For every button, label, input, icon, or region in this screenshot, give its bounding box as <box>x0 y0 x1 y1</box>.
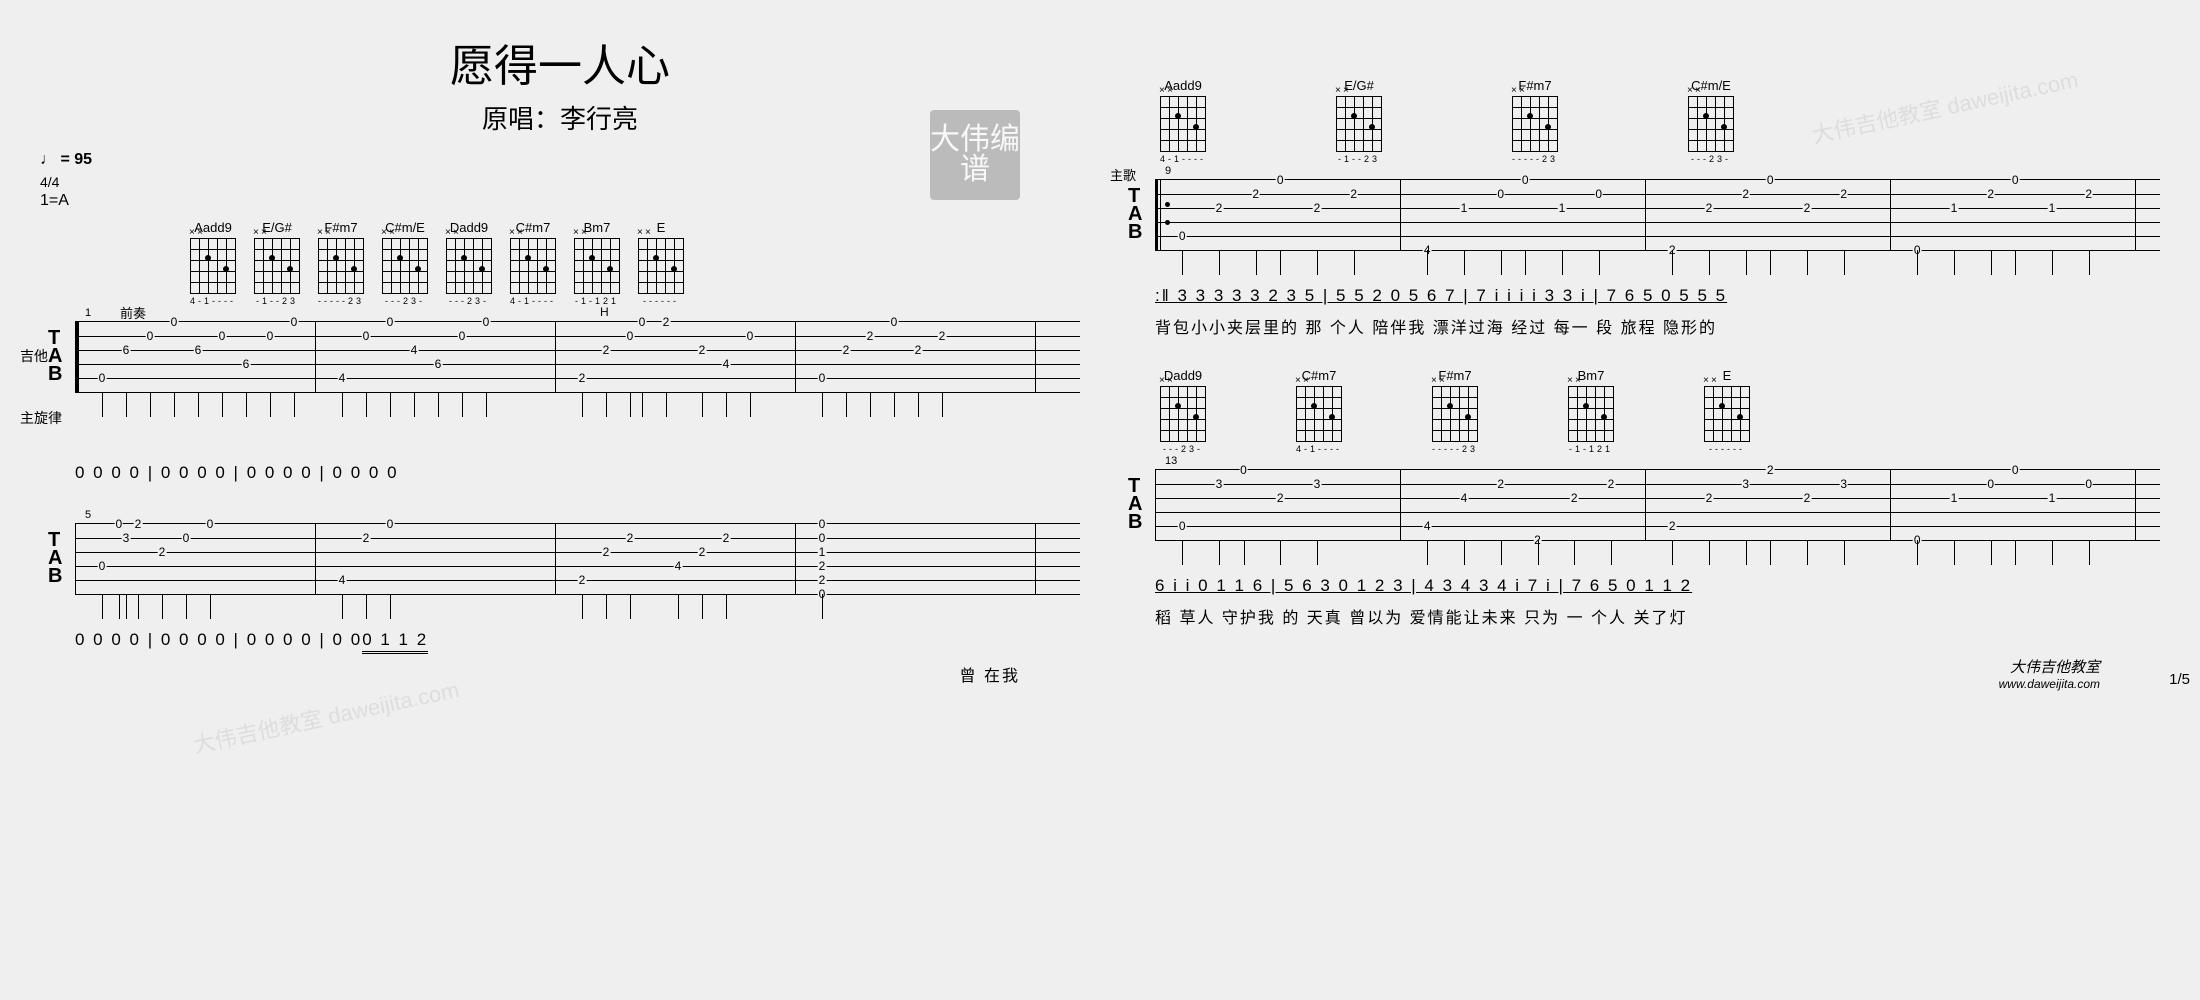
track-label-melody: 主旋律 <box>20 408 1080 428</box>
song-title: 愿得一人心 <box>40 30 1080 94</box>
chord-diagram: F#m7××-----23 <box>1432 368 1478 454</box>
jianpu-intro-2: 0 0 0 0 | 0 0 0 0 | 0 0 0 0 | 0 0 0 1 1 … <box>75 630 1080 654</box>
chord-diagram: E××------ <box>638 220 684 306</box>
tab-clef: TAB <box>48 531 62 585</box>
chord-diagram-row-verse2: Dadd9××---23- C#m7××4-1---- F#m7××-----23 B… <box>1160 368 2160 454</box>
chord-diagram-row-verse1: Aadd9××4-1---- E/G#××-1--23 F#m7××-----23 C… <box>1160 78 2160 164</box>
hammer-on-mark: H <box>600 305 609 319</box>
chord-diagram: Dadd9××---23- <box>1160 368 1206 454</box>
chord-diagram: C#m/E××---23- <box>1688 78 1734 164</box>
chord-diagram: Aadd9××4-1---- <box>190 220 236 306</box>
tab-staff-intro-1: 前奏 1 吉他 TAB H 06006060040046002200224002… <box>40 321 1080 393</box>
jianpu-verse-2: 6 i i 0 1 1 6 | 5 6 3 0 1 2 3 | 4 3 4 3 … <box>1155 576 2160 596</box>
left-column: 愿得一人心 原唱：李行亮 大伟编谱 ♩ = 95 4/4 1=A Aadd9××… <box>40 20 1080 706</box>
chord-diagram: F#m7××-----23 <box>1512 78 1558 164</box>
key-signature: 1=A <box>40 192 1080 210</box>
section-label-intro: 前奏 <box>120 303 146 322</box>
footer-credit: 大伟吉他教室 www.daweijita.com <box>1999 656 2100 691</box>
tempo: ♩ = 95 <box>40 151 1080 169</box>
tab-staff-intro-2: 5 TAB 0023200420222422001220 <box>40 523 1080 595</box>
lyrics-intro-2: 曾 在我 <box>75 662 1080 686</box>
publisher-seal: 大伟编谱 <box>930 110 1020 200</box>
lyrics-verse-2: 稻 草人 守护我 的 天真 曾以为 爱情能让未来 只为 一 个人 关了灯 <box>1155 604 2160 628</box>
chord-diagram: Bm7××-1-121 <box>574 220 620 306</box>
chord-diagram: E/G#××-1--23 <box>1336 78 1382 164</box>
chord-diagram: Bm7××-1-121 <box>1568 368 1614 454</box>
chord-diagram: C#m7××4-1---- <box>1296 368 1342 454</box>
chord-diagram: Aadd9××4-1---- <box>1160 78 1206 164</box>
chord-diagram: E/G#××-1--23 <box>254 220 300 306</box>
chord-diagram: C#m/E××---23- <box>382 220 428 306</box>
track-label-guitar: 吉他 <box>20 346 48 366</box>
tab-clef: TAB <box>1128 187 1142 241</box>
chord-diagram: E××------ <box>1704 368 1750 454</box>
jianpu-intro-1: 0 0 0 0 | 0 0 0 0 | 0 0 0 0 | 0 0 0 0 <box>75 463 1080 483</box>
jianpu-verse-1: :‖ 3 3 3 3 3 2 3 5 | 5 5 2 0 5 6 7 | 7 i… <box>1155 286 2160 306</box>
subtitle: 原唱：李行亮 <box>40 99 1080 136</box>
page-number: 1/5 <box>2169 671 2190 688</box>
tab-staff-verse-1: 9 TAB 022022410010222022012012 <box>1120 179 2160 251</box>
chord-diagram-row: Aadd9××4-1---- E/G#××-1--23 F#m7××-----23 C… <box>190 220 1080 306</box>
tab-staff-verse-2: 13 TAB 03023442222223223010010 <box>1120 469 2160 541</box>
time-signature: 4/4 <box>40 174 1080 190</box>
tab-clef: TAB <box>48 329 62 383</box>
lyrics-verse-1: 背包小小夹层里的 那 个人 陪伴我 漂洋过海 经过 每一 段 旅程 隐形的 <box>1155 314 2160 338</box>
chord-diagram: C#m7××4-1---- <box>510 220 556 306</box>
tab-clef: TAB <box>1128 477 1142 531</box>
chord-diagram: Dadd9××---23- <box>446 220 492 306</box>
right-column: 大伟吉他教室 daweijita.com 主歌 Aadd9××4-1----E/… <box>1120 20 2160 706</box>
chord-diagram: F#m7××-----23 <box>318 220 364 306</box>
